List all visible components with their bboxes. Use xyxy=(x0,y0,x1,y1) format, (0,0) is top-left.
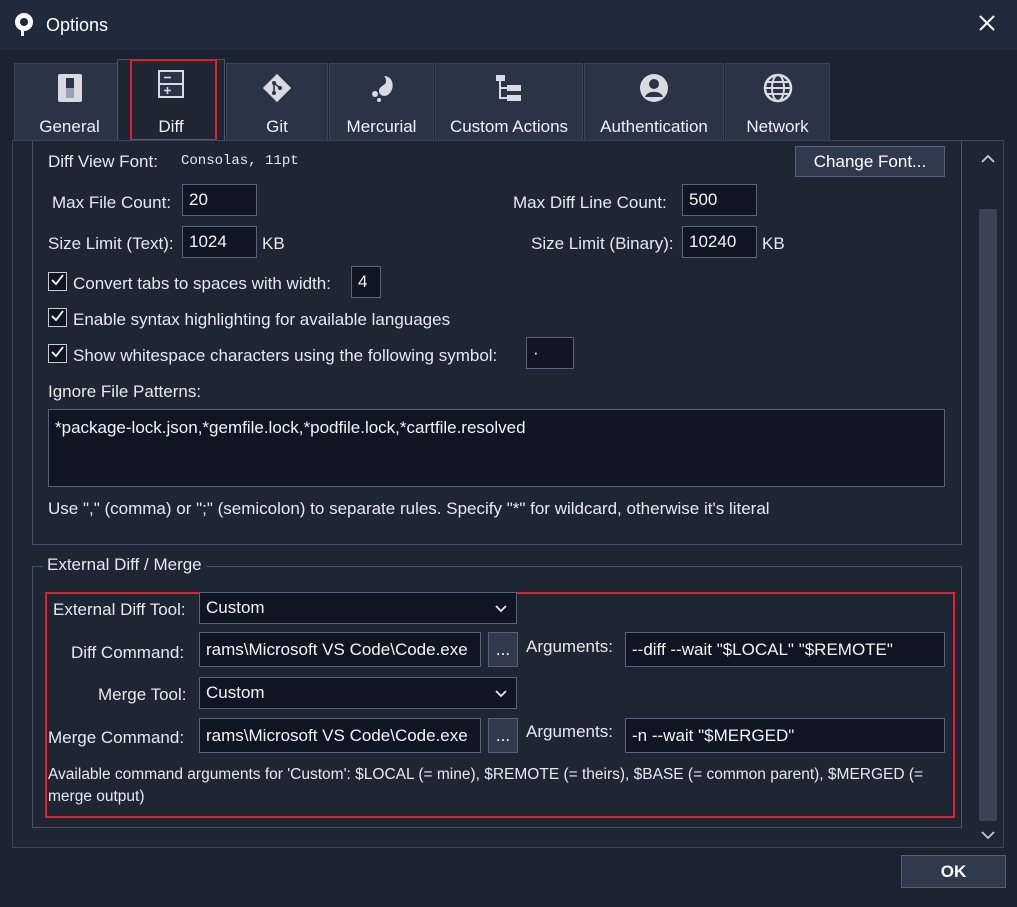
group-title: External Diff / Merge xyxy=(43,555,206,575)
merge-tool-select[interactable]: Custom xyxy=(199,677,517,709)
ignore-patterns-textarea[interactable]: *package-lock.json,*gemfile.lock,*podfil… xyxy=(48,409,945,487)
whitespace-symbol-input[interactable]: · xyxy=(526,337,574,369)
diff-font-value: Consolas, 11pt xyxy=(181,153,299,169)
merge-command-browse-button[interactable]: ... xyxy=(488,718,518,753)
tab-mercurial[interactable]: Mercurial xyxy=(329,63,434,141)
tab-general[interactable]: General xyxy=(14,63,125,141)
git-icon xyxy=(227,72,327,104)
tab-diff[interactable]: Diff xyxy=(117,59,225,141)
size-limit-binary-input[interactable]: 10240 xyxy=(682,226,757,258)
checkmark-icon xyxy=(50,344,65,364)
tab-label: Diff xyxy=(158,117,184,136)
diff-command-label: Diff Command: xyxy=(71,643,185,662)
tab-bar: General Diff Git Mercurial Custom Action… xyxy=(0,50,1017,141)
tab-label: Mercurial xyxy=(346,117,417,136)
convert-tabs-checkbox[interactable] xyxy=(48,272,67,291)
kb-unit-label: KB xyxy=(762,234,785,253)
diff-icon xyxy=(118,68,224,100)
external-diff-merge-group: External Diff / Merge External Diff Tool… xyxy=(32,555,962,828)
globe-icon xyxy=(726,72,829,104)
max-file-count-label: Max File Count: xyxy=(52,193,172,212)
toggle-icon xyxy=(15,72,124,104)
ignore-patterns-help: Use "," (comma) or ";" (semicolon) to se… xyxy=(48,499,770,518)
merge-command-input[interactable]: rams\Microsoft VS Code\Code.exe xyxy=(199,718,481,753)
syntax-highlight-label: Enable syntax highlighting for available… xyxy=(73,310,451,329)
checkmark-icon xyxy=(50,272,65,292)
size-limit-text-input[interactable]: 1024 xyxy=(182,226,257,258)
arguments-label: Arguments: xyxy=(526,637,613,656)
mercurial-icon xyxy=(330,72,433,104)
tab-label: General xyxy=(39,117,100,136)
diff-tool-select[interactable]: Custom xyxy=(199,592,517,624)
tab-width-input[interactable]: 4 xyxy=(351,266,381,298)
max-diff-line-count-label: Max Diff Line Count: xyxy=(513,193,667,212)
user-icon xyxy=(585,72,723,104)
tab-label: Authentication xyxy=(600,117,708,136)
scroll-up-icon[interactable] xyxy=(981,151,995,169)
tab-authentication[interactable]: Authentication xyxy=(584,63,724,141)
ok-button[interactable]: OK xyxy=(901,855,1006,888)
diff-font-label: Diff View Font: xyxy=(48,152,158,171)
size-limit-text-label: Size Limit (Text): xyxy=(48,234,174,253)
scrollbar-thumb[interactable] xyxy=(979,209,997,821)
diff-command-browse-button[interactable]: ... xyxy=(488,632,518,667)
syntax-highlight-checkbox[interactable] xyxy=(48,308,67,327)
tab-label: Network xyxy=(746,117,809,136)
size-limit-binary-label: Size Limit (Binary): xyxy=(531,234,674,253)
ignore-patterns-label: Ignore File Patterns: xyxy=(48,382,202,401)
options-panel: Diff View Font: Consolas, 11pt Change Fo… xyxy=(12,140,1004,848)
show-whitespace-checkbox[interactable] xyxy=(48,344,67,363)
merge-tool-label: Merge Tool: xyxy=(98,685,187,704)
chevron-down-icon xyxy=(494,601,508,621)
tab-git[interactable]: Git xyxy=(226,63,328,141)
tab-label: Custom Actions xyxy=(449,117,569,136)
close-icon xyxy=(978,14,996,37)
title-bar: Options xyxy=(0,0,1017,50)
show-whitespace-label: Show whitespace characters using the fol… xyxy=(73,346,498,365)
chevron-down-icon xyxy=(494,686,508,706)
kb-unit-label: KB xyxy=(262,234,285,253)
arguments-label: Arguments: xyxy=(526,722,613,741)
window-title: Options xyxy=(46,15,109,35)
change-font-button[interactable]: Change Font... xyxy=(795,146,945,177)
merge-arguments-input[interactable]: -n --wait "$MERGED" xyxy=(625,718,945,753)
max-file-count-input[interactable]: 20 xyxy=(182,184,257,216)
max-diff-line-count-input[interactable]: 500 xyxy=(682,184,757,216)
command-arguments-help: Available command arguments for 'Custom'… xyxy=(48,766,924,805)
checkmark-icon xyxy=(50,308,65,328)
diff-arguments-input[interactable]: --diff --wait "$LOCAL" "$REMOTE" xyxy=(625,632,945,667)
select-value: Custom xyxy=(206,598,265,617)
vertical-scrollbar[interactable] xyxy=(977,145,999,843)
close-button[interactable] xyxy=(957,0,1017,50)
tab-network[interactable]: Network xyxy=(725,63,830,141)
scroll-down-icon[interactable] xyxy=(981,827,995,845)
diff-command-input[interactable]: rams\Microsoft VS Code\Code.exe xyxy=(199,632,481,667)
select-value: Custom xyxy=(206,683,265,702)
tab-label: Git xyxy=(266,117,288,136)
convert-tabs-label: Convert tabs to spaces with width: xyxy=(73,274,331,293)
merge-command-label: Merge Command: xyxy=(48,728,185,747)
diff-tool-label: External Diff Tool: xyxy=(53,600,186,619)
custom-actions-icon xyxy=(436,72,582,104)
tab-custom-actions[interactable]: Custom Actions xyxy=(435,63,583,141)
app-logo-icon xyxy=(12,12,36,36)
